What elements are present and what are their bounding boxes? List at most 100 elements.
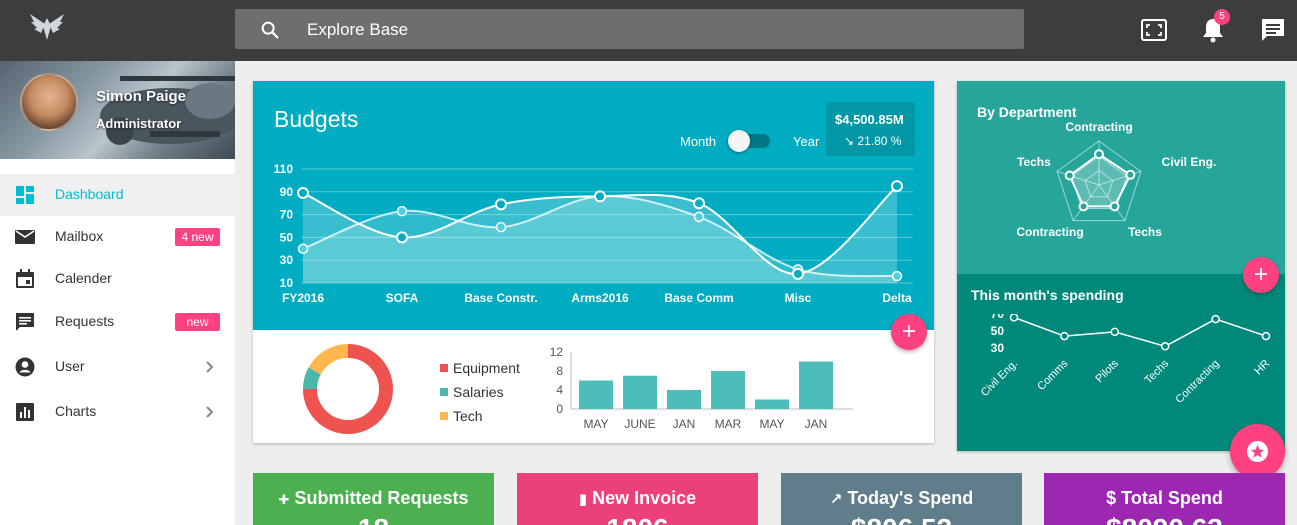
x-tick-label: Civil Eng. [979, 358, 1020, 399]
stat-title: ▮ New Invoice [517, 488, 758, 509]
budgets-area-chart: 110 90 70 50 30 10FY2016 SOFA Base Constr. Arms2… [274, 162, 913, 305]
sidebar-item-requests[interactable]: Requests new [0, 301, 235, 343]
avatar[interactable] [20, 73, 78, 131]
message-icon[interactable] [1259, 16, 1287, 44]
budgets-header: Budgets Month Year $4,500.85M ↘ 21.80 % … [253, 81, 934, 330]
budget-donut-chart [303, 344, 393, 434]
toggle-knob[interactable] [728, 130, 750, 152]
stat-card-submitted-requests[interactable]: ✚ Submitted Requests 18 [253, 473, 494, 525]
toggle-year-label: Year [793, 134, 820, 149]
data-point [1261, 331, 1271, 341]
bar-chart-icon [16, 403, 34, 421]
data-point [1060, 331, 1069, 341]
donut-slice [303, 367, 322, 390]
sidebar-item-dashboard[interactable]: Dashboard [0, 174, 235, 216]
department-radar-chart: Contracting Civil Eng. Techs Contracting Tec… [1017, 120, 1217, 239]
x-tick-label: Contracting [1173, 358, 1221, 406]
data-point [297, 186, 309, 199]
budgets-title: Budgets [274, 106, 359, 132]
x-tick-label: Base Comm [664, 291, 733, 305]
x-tick-label: Base Constr. [464, 291, 537, 305]
sidebar-item-label: Dashboard [55, 186, 124, 202]
stat-value: $8090.63 [1044, 513, 1285, 525]
bar [579, 380, 613, 409]
chat-icon [16, 313, 34, 331]
stat-title: $ Total Spend [1044, 488, 1285, 509]
stat-card-total-spend[interactable]: $ Total Spend $8090.63 [1044, 473, 1285, 525]
stat-title: ↗ Today's Spend [781, 488, 1022, 509]
x-tick-label: JUNE [624, 417, 655, 431]
budget-amount: $4,500.85M [835, 112, 904, 127]
data-point [495, 198, 507, 211]
account-icon [15, 357, 35, 377]
sidebar-item-label: User [55, 358, 85, 374]
chevron-right-icon [206, 361, 214, 373]
y-tick-label: 110 [274, 162, 294, 176]
dollar-icon: $ [1106, 488, 1117, 508]
stat-label: Total Spend [1121, 488, 1223, 508]
x-tick-label: JAN [673, 417, 696, 431]
data-point [1064, 170, 1075, 181]
sidebar: Simon Paige Administrator Dashboard Mail… [0, 61, 235, 525]
search-bar[interactable]: Explore Base [235, 9, 1024, 49]
legend-equipment: Equipment [453, 360, 520, 376]
profile-header: Simon Paige Administrator [0, 61, 235, 159]
group-add-icon: ✚ [278, 492, 290, 507]
x-tick-label: Pilots [1093, 357, 1121, 385]
search-input[interactable]: Explore Base [307, 20, 408, 40]
stat-card-new-invoice[interactable]: ▮ New Invoice 1806 [517, 473, 758, 525]
radar-label: Civil Eng. [1162, 155, 1217, 169]
x-tick-label: SOFA [386, 291, 419, 305]
data-point [1110, 327, 1120, 337]
data-point [891, 270, 903, 282]
y-tick-label: 50 [280, 230, 294, 244]
stat-label: Today's Spend [847, 488, 974, 508]
data-point [891, 180, 903, 193]
stat-label: Submitted Requests [294, 488, 469, 508]
search-icon [261, 21, 279, 39]
data-point [396, 205, 408, 217]
x-tick-label: MAY [759, 417, 784, 431]
stat-label: New Invoice [592, 488, 697, 508]
x-tick-label: Arms2016 [571, 291, 629, 305]
bar [755, 399, 789, 409]
bar [799, 361, 833, 409]
x-tick-label: FY2016 [282, 291, 324, 305]
spending-line-chart: 70 50 30 Civil Eng. Comms Pilots Techs Contract… [979, 314, 1272, 406]
y-tick-label: 12 [550, 345, 564, 359]
bar [711, 371, 745, 409]
radar-label: Contracting [1065, 120, 1132, 134]
sidebar-item-label: Mailbox [55, 228, 104, 244]
fullscreen-icon[interactable] [1140, 16, 1168, 44]
x-tick-label: MAR [715, 417, 742, 431]
budget-add-button[interactable]: + [891, 314, 927, 350]
stat-card-todays-spend[interactable]: ↗ Today's Spend $806.52 [781, 473, 1022, 525]
calendar-icon [16, 269, 34, 288]
profile-name: Simon Paige [96, 88, 187, 105]
legend-swatch-tech [440, 412, 448, 420]
legend-swatch-salaries [440, 388, 448, 396]
radar-label: Techs [1017, 155, 1051, 169]
top-bar: Explore Base 5 [0, 0, 1297, 61]
budgets-card: Budgets Month Year $4,500.85M ↘ 21.80 % … [253, 81, 934, 443]
department-add-button[interactable]: + [1243, 257, 1279, 293]
sidebar-item-calender[interactable]: Calender [0, 258, 235, 300]
star-circle-icon [1246, 440, 1269, 463]
legend-salaries: Salaries [453, 384, 504, 400]
chevron-right-icon [206, 406, 214, 418]
data-point [594, 190, 606, 203]
sidebar-item-charts[interactable]: Charts [0, 391, 235, 433]
sidebar-item-user[interactable]: User [0, 346, 235, 388]
y-tick-label: 30 [280, 253, 294, 267]
requests-badge: new [175, 313, 220, 331]
favorite-fab-button[interactable] [1230, 424, 1285, 479]
budget-summary: $4,500.85M ↘ 21.80 % [826, 102, 915, 156]
budget-percent-value: 21.80 % [857, 134, 902, 148]
y-tick-label: 30 [991, 341, 1005, 355]
wings-logo-icon[interactable] [28, 12, 66, 44]
sidebar-item-mailbox[interactable]: Mailbox 4 new [0, 216, 235, 258]
sidebar-item-label: Requests [55, 313, 115, 329]
radar-label: Techs [1128, 225, 1162, 239]
y-tick-label: 4 [556, 383, 563, 397]
data-point [396, 231, 408, 244]
